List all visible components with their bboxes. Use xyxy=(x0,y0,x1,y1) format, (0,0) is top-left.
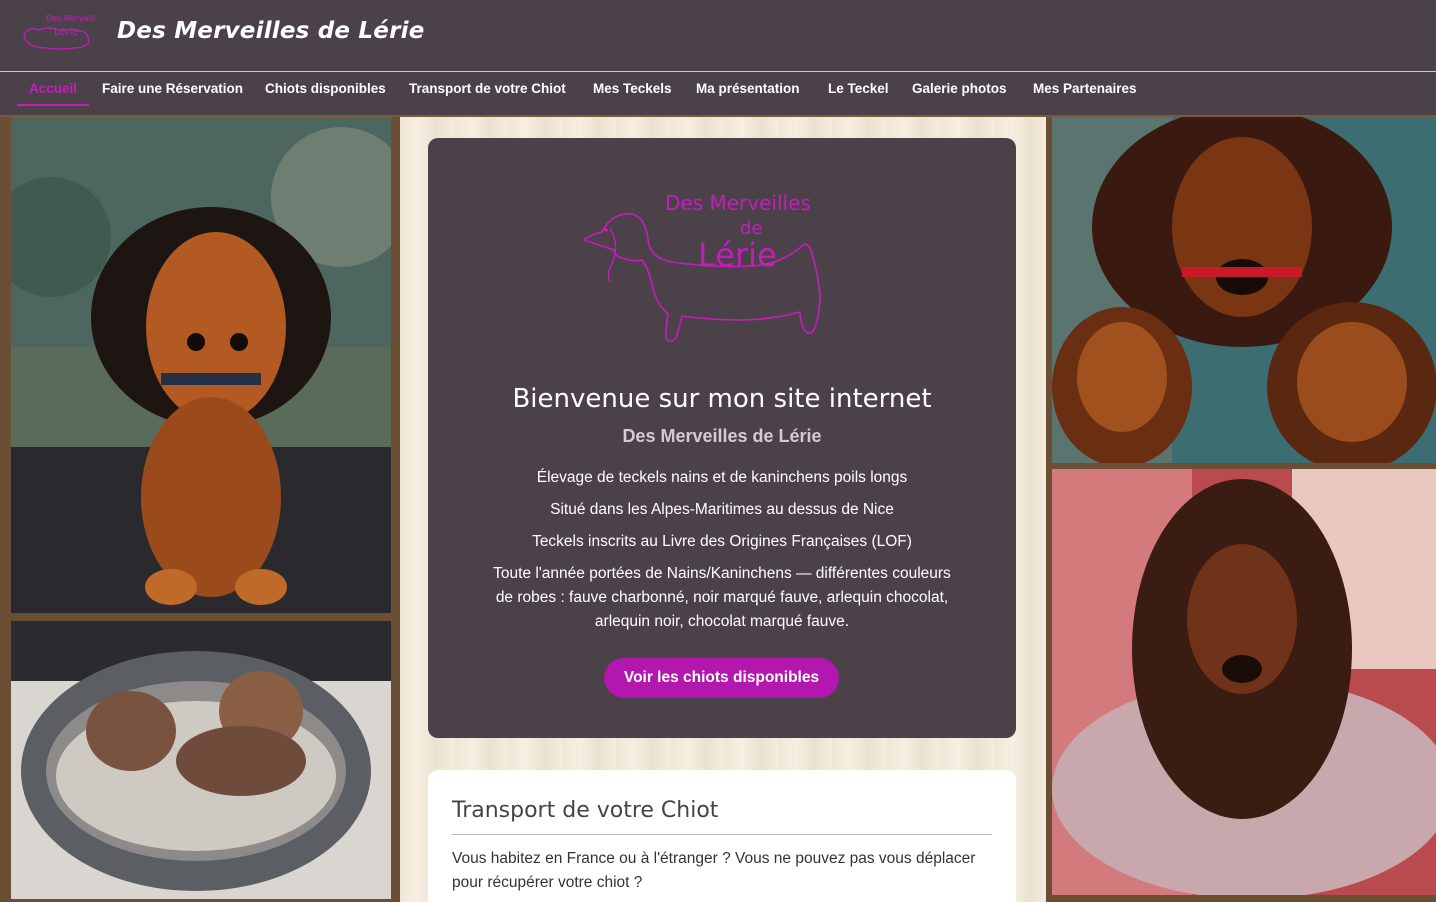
site-title[interactable]: Des Merveilles de Lérie xyxy=(117,18,425,44)
logo-icon[interactable]: Des Merveilles Lérie xyxy=(18,8,104,62)
see-puppies-button[interactable]: Voir les chiots disponibles xyxy=(604,658,839,698)
site-header: Des Merveilles Lérie Des Merveilles de L… xyxy=(0,0,1436,71)
right-photo-column xyxy=(1046,117,1436,902)
left-photo-column xyxy=(0,117,400,902)
dachshund-on-cushion-photo[interactable] xyxy=(1052,469,1436,895)
nav-item-presentation[interactable]: Ma présentation xyxy=(696,80,800,106)
nav-item-reservation[interactable]: Faire une Réservation xyxy=(102,80,243,106)
transport-divider xyxy=(452,834,992,835)
nav-item-galerie[interactable]: Galerie photos xyxy=(912,80,1007,106)
hero-line-elevage: Élevage de teckels nains et de kaninchen… xyxy=(536,469,908,486)
nav-item-chiots-disponibles[interactable]: Chiots disponibles xyxy=(265,80,386,106)
dachshund-family-photo[interactable] xyxy=(1052,117,1436,463)
transport-text: Vous habitez en France ou à l'étranger ?… xyxy=(452,850,976,891)
svg-text:Lérie: Lérie xyxy=(54,26,79,38)
nav-item-le-teckel[interactable]: Le Teckel xyxy=(828,80,889,106)
transport-card: Transport de votre Chiot Vous habitez en… xyxy=(428,770,1016,902)
svg-text:Des Merveilles: Des Merveilles xyxy=(665,191,811,215)
dachshund-portrait-photo[interactable] xyxy=(11,117,391,613)
nav-item-transport[interactable]: Transport de votre Chiot xyxy=(409,80,566,106)
transport-title: Transport de votre Chiot xyxy=(452,798,719,823)
nav-item-accueil[interactable]: Accueil xyxy=(17,80,90,106)
hero-subtitle: Des Merveilles de Lérie xyxy=(622,426,822,446)
hero-line-lof: Teckels inscrits au Livre des Origines F… xyxy=(532,533,912,550)
puppies-in-basket-photo[interactable] xyxy=(11,621,391,899)
dachshund-logo-icon: Des Merveilles de Lérie xyxy=(580,188,840,348)
hero-line-portees: Toute l'année portées de Nains/Kaninchen… xyxy=(493,565,951,630)
svg-text:Des Merveilles: Des Merveilles xyxy=(46,14,96,23)
nav-item-partenaires[interactable]: Mes Partenaires xyxy=(1033,80,1137,106)
hero-line-location: Situé dans les Alpes-Maritimes au dessus… xyxy=(550,501,894,518)
welcome-heading: Bienvenue sur mon site internet xyxy=(512,384,932,414)
svg-text:Lérie: Lérie xyxy=(698,236,777,274)
nav-item-mes-teckels[interactable]: Mes Teckels xyxy=(593,80,672,106)
main-navigation: Accueil Faire une Réservation Chiots dis… xyxy=(0,72,1436,115)
hero-card: Des Merveilles de Lérie Bienvenue sur mo… xyxy=(428,138,1016,738)
